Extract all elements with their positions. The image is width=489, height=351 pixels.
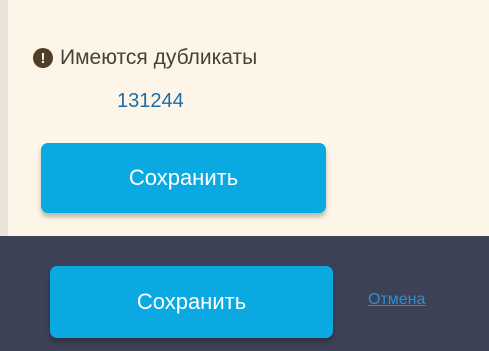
- duplicate-id-link[interactable]: 131244: [117, 89, 184, 113]
- footer-save-button[interactable]: Сохранить: [50, 266, 333, 338]
- duplicate-warning-dialog: ! Имеются дубликаты 131244 Сохранить Сох…: [0, 0, 489, 351]
- duplicate-warning-message: ! Имеются дубликаты: [33, 46, 257, 70]
- warning-text: Имеются дубликаты: [60, 46, 258, 69]
- cancel-link[interactable]: Отмена: [368, 290, 425, 310]
- save-button[interactable]: Сохранить: [41, 143, 326, 213]
- exclamation-circle-icon: !: [33, 48, 53, 68]
- left-edge-strip: [0, 0, 8, 236]
